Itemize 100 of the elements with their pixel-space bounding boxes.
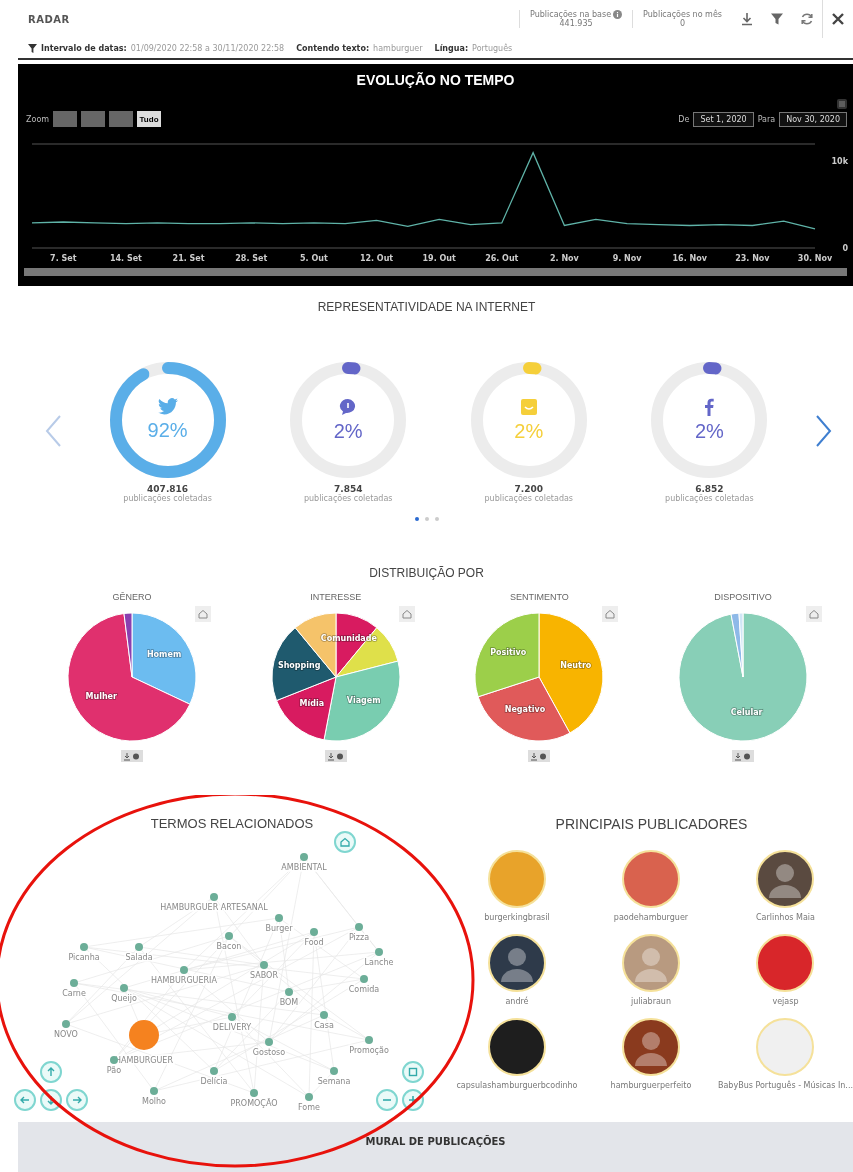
term-label: Fome	[298, 1103, 320, 1112]
avatar-placeholder[interactable]	[756, 850, 815, 908]
term-node[interactable]	[330, 1067, 338, 1075]
zoom-button[interactable]: Tudo	[137, 111, 162, 127]
term-node[interactable]	[62, 1020, 70, 1028]
term-label: Pão	[106, 1066, 122, 1075]
home-button[interactable]	[805, 606, 822, 622]
term-node[interactable]	[250, 1089, 258, 1097]
zoom-out-button[interactable]	[376, 1089, 398, 1111]
zoom-button[interactable]	[81, 111, 106, 127]
slice-label: Negativo	[505, 705, 546, 715]
zoom-button[interactable]	[109, 111, 134, 127]
x-tick-label: 2. Nov	[550, 254, 579, 263]
publication-count: 407.816	[147, 484, 189, 494]
chart-title: INTERESSE	[310, 592, 362, 602]
term-label: Burger	[265, 924, 293, 933]
count-caption: publicações coletadas	[123, 494, 212, 503]
refresh-icon	[800, 12, 814, 26]
plus-icon	[408, 1095, 418, 1105]
term-node[interactable]	[129, 1020, 159, 1050]
term-node[interactable]	[70, 979, 78, 987]
percentage: 92%	[147, 419, 188, 442]
x-tick-label: 5. Out	[300, 254, 328, 263]
filter-value: hamburguer	[373, 43, 423, 53]
term-node[interactable]	[310, 928, 318, 936]
term-node[interactable]	[120, 984, 128, 992]
term-node[interactable]	[225, 932, 233, 940]
term-node[interactable]	[360, 975, 368, 983]
pan-up-button[interactable]	[40, 1061, 62, 1083]
term-node[interactable]	[355, 923, 363, 931]
term-label: PROMOÇÃO	[230, 1099, 278, 1108]
slice-label: Neutro	[560, 660, 592, 670]
avatar-placeholder[interactable]	[621, 1018, 680, 1076]
term-label: DELIVERY	[212, 1023, 252, 1032]
term-node[interactable]	[228, 1013, 236, 1021]
pan-left-button[interactable]	[14, 1089, 36, 1111]
term-node[interactable]	[80, 943, 88, 951]
term-node[interactable]	[210, 1067, 218, 1075]
publisher-name[interactable]: paodehamburguer	[613, 913, 689, 922]
term-node[interactable]	[180, 966, 188, 974]
page-dot[interactable]	[434, 517, 439, 521]
section-title: REPRESENTATIVIDADE NA INTERNET	[316, 300, 537, 314]
close-icon	[831, 12, 845, 26]
term-node[interactable]	[150, 1087, 158, 1095]
zoom-label: Zoom	[26, 114, 50, 124]
stat-label: Publicações na base	[530, 10, 612, 19]
page-dot[interactable]	[424, 517, 429, 521]
publisher-name[interactable]: hamburguerperfeito	[610, 1081, 692, 1090]
slice-label: Mulher	[85, 692, 117, 702]
term-node[interactable]	[260, 961, 268, 969]
export-button[interactable]	[324, 750, 347, 762]
term-node[interactable]	[135, 943, 143, 951]
pan-right-button[interactable]	[66, 1089, 88, 1111]
x-tick-label: 30. Nov	[797, 254, 833, 263]
publication-count: 7.200	[514, 484, 543, 494]
home-button[interactable]	[334, 831, 356, 853]
publisher-name[interactable]: burgerkingbrasil	[484, 913, 550, 922]
term-node[interactable]	[300, 853, 308, 861]
term-node[interactable]	[285, 988, 293, 996]
term-node[interactable]	[365, 1036, 373, 1044]
publisher-name[interactable]: capsulashamburguerbcodinho	[456, 1081, 578, 1090]
menu-icon[interactable]	[837, 99, 847, 109]
facebook-icon	[704, 397, 715, 416]
term-node[interactable]	[375, 948, 383, 956]
export-button[interactable]	[121, 750, 143, 762]
publisher-name[interactable]: Carlinhos Maia	[756, 913, 815, 922]
app-title: RADAR	[28, 13, 70, 25]
slice-label: Shopping	[277, 660, 321, 670]
publisher-name[interactable]: vejasp	[772, 997, 799, 1006]
term-label: Salada	[125, 953, 153, 962]
date-field[interactable]: Set 1, 2020	[693, 111, 754, 127]
export-button[interactable]	[528, 750, 551, 762]
stat-value: 441.935	[559, 19, 593, 28]
publisher-name[interactable]: juliabraun	[630, 997, 671, 1006]
export-icon	[326, 751, 345, 761]
chart-title: GÊNERO	[112, 592, 152, 602]
logo-placeholder[interactable]	[488, 1018, 546, 1076]
fit-button[interactable]	[402, 1061, 424, 1083]
x-tick-label: 7. Set	[50, 254, 77, 263]
export-button[interactable]	[731, 750, 754, 762]
page-dot[interactable]	[414, 517, 419, 521]
slice-label: Positivo	[490, 647, 527, 657]
term-node[interactable]	[305, 1093, 313, 1101]
x-tick-label: 28. Set	[235, 254, 268, 263]
range-scrollbar[interactable]	[24, 268, 847, 276]
home-button[interactable]	[602, 606, 619, 622]
publisher-name[interactable]: andré	[505, 997, 529, 1006]
home-button[interactable]	[195, 606, 211, 622]
term-node[interactable]	[210, 893, 218, 901]
term-label: Lanche	[364, 958, 394, 967]
x-tick-label: 12. Out	[359, 254, 394, 263]
term-node[interactable]	[320, 1011, 328, 1019]
home-button[interactable]	[398, 606, 415, 622]
avatar-placeholder[interactable]	[488, 934, 546, 992]
zoom-button[interactable]	[53, 111, 78, 127]
term-node[interactable]	[275, 914, 283, 922]
publisher-name[interactable]: BabyBus Português - Músicas In...	[717, 1081, 853, 1090]
term-node[interactable]	[265, 1038, 273, 1046]
date-field[interactable]: Nov 30, 2020	[779, 111, 847, 127]
slice-label: Mídia	[299, 699, 324, 709]
